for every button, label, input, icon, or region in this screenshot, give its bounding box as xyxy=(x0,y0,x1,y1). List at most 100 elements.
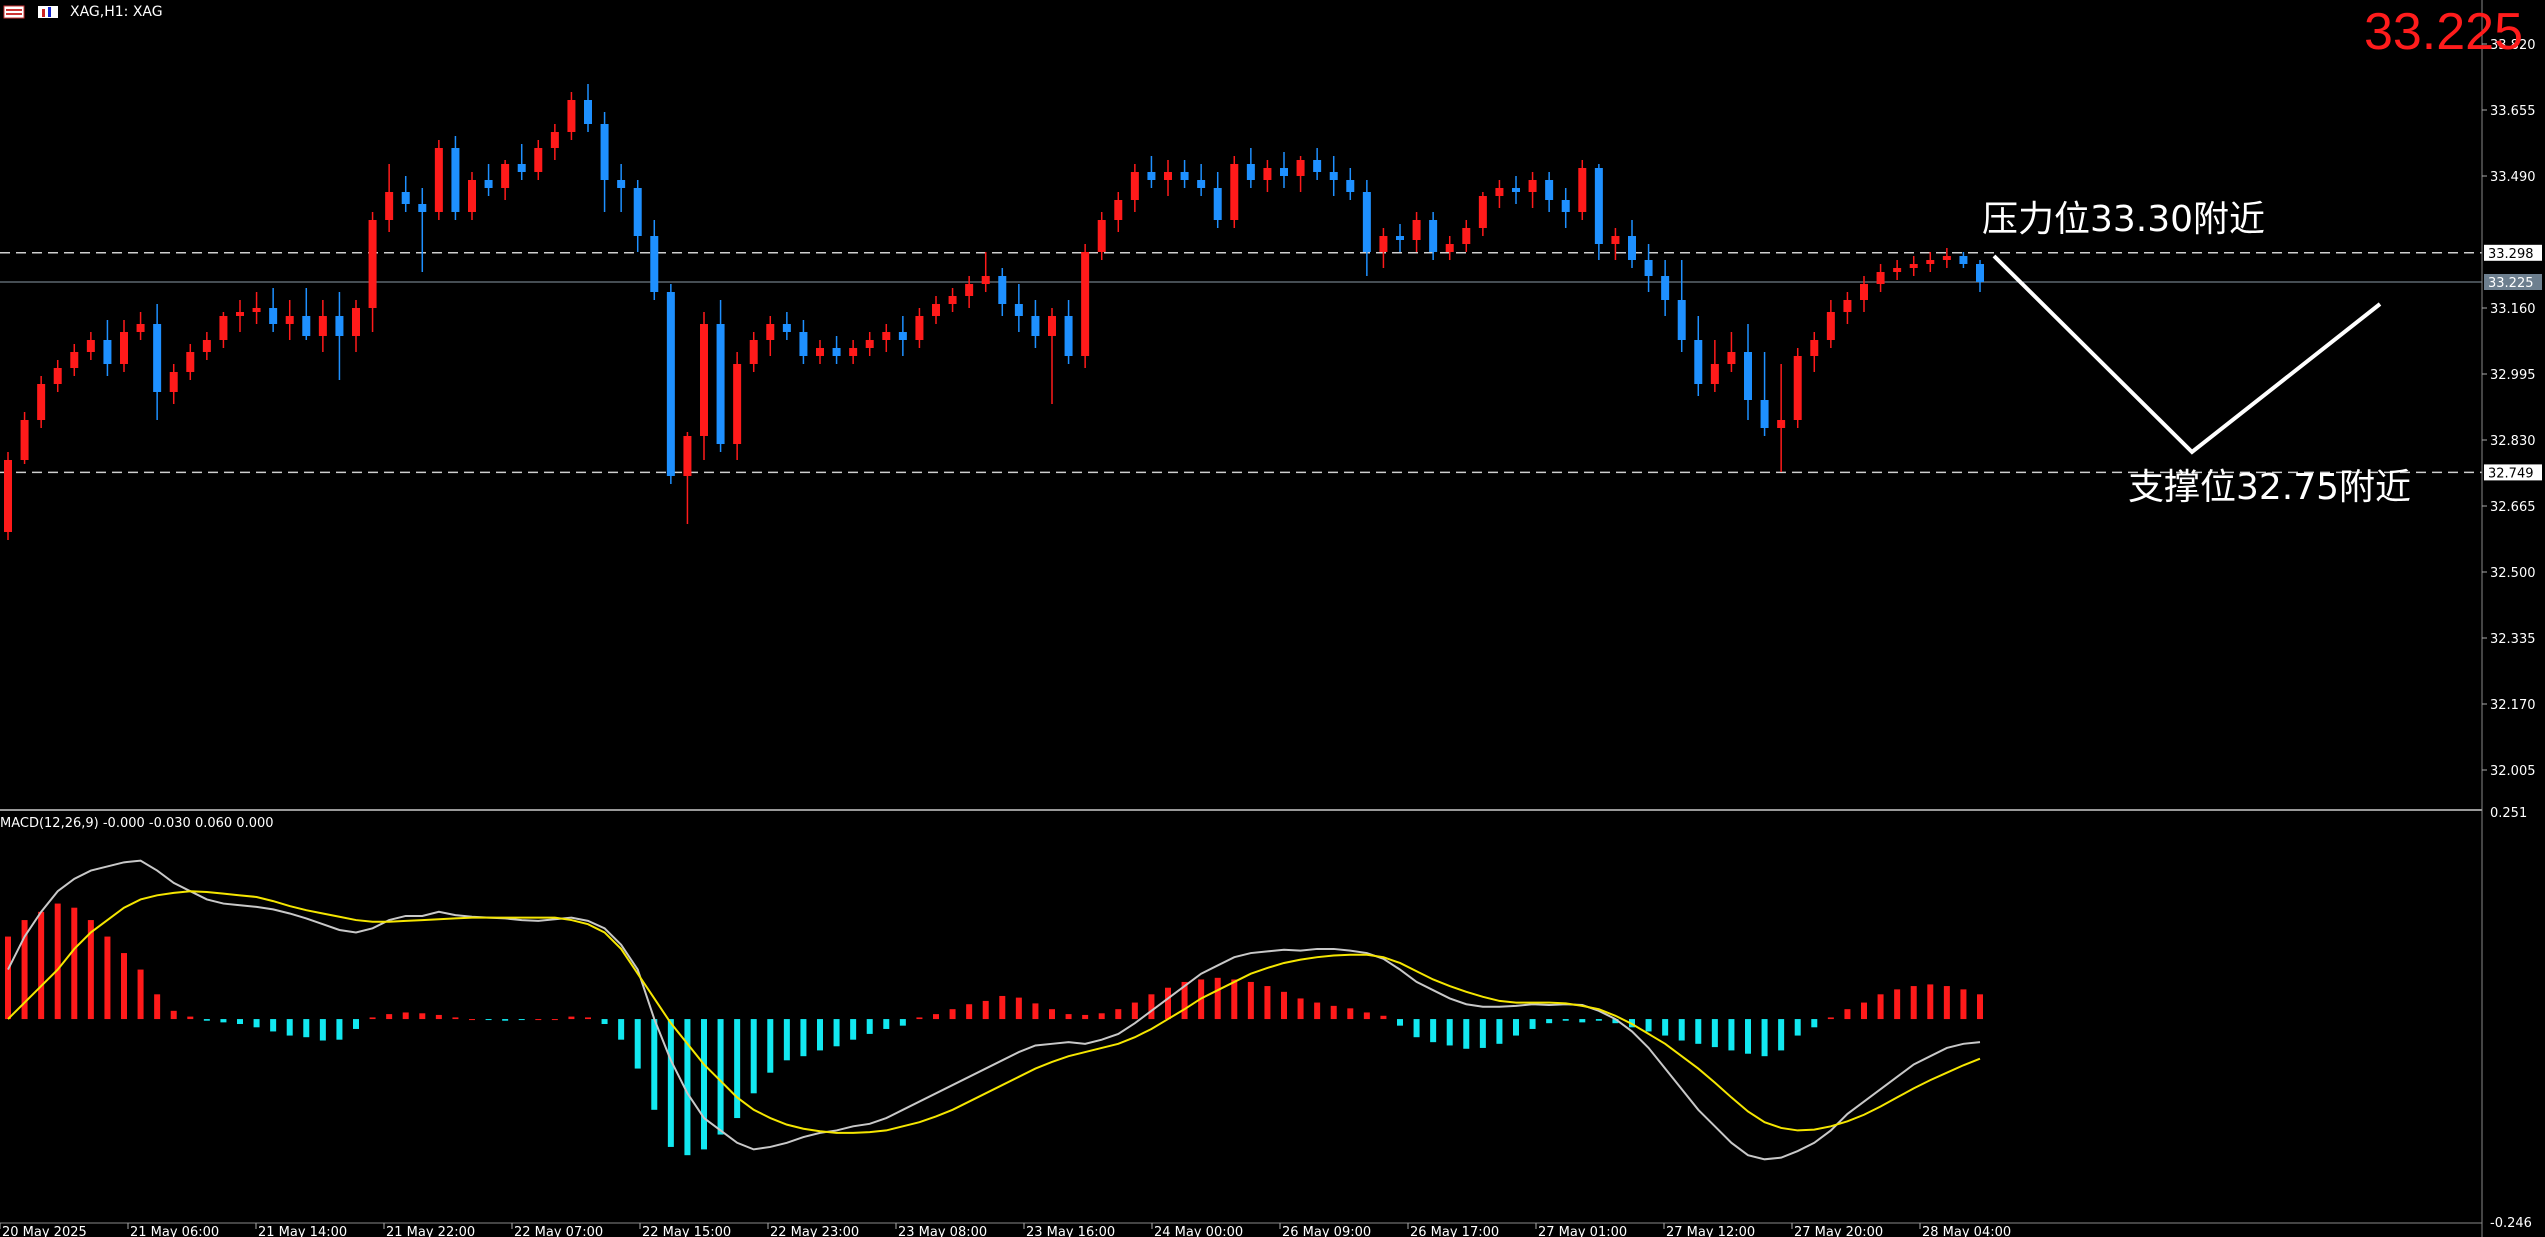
time-tick-label: 22 May 07:00 xyxy=(514,1225,603,1237)
candle-body xyxy=(1462,228,1471,244)
macd-histogram-bar xyxy=(1479,1019,1486,1048)
macd-histogram-bar xyxy=(1380,1015,1387,1020)
resistance-price-tag: 33.298 xyxy=(2488,247,2534,262)
macd-layer xyxy=(5,859,1983,1161)
candle-body xyxy=(1097,220,1106,252)
macd-histogram-bar xyxy=(353,1019,359,1029)
candle-body xyxy=(53,368,62,384)
candle-body xyxy=(1628,236,1636,260)
candle-body xyxy=(169,372,178,392)
time-tick-label: 20 May 2025 xyxy=(2,1225,87,1237)
macd-histogram-bar xyxy=(253,1019,260,1028)
macd-histogram-bar xyxy=(1579,1019,1586,1023)
macd-histogram-bar xyxy=(1015,997,1022,1020)
candle-body xyxy=(1677,300,1686,340)
candle-body xyxy=(252,308,261,312)
candle-body xyxy=(20,420,29,460)
candle-body xyxy=(898,332,907,340)
macd-histogram-bar xyxy=(1496,1019,1503,1044)
macd-histogram-bar xyxy=(419,1013,426,1020)
symbol-info: XAG,H1: XAG xyxy=(70,4,163,20)
macd-histogram-bar xyxy=(800,1019,807,1057)
price-tick-label: 32.170 xyxy=(2490,698,2536,713)
macd-histogram-bar xyxy=(750,1019,757,1094)
candle-body xyxy=(650,236,659,292)
candle-body xyxy=(816,348,824,356)
candle-body xyxy=(368,220,377,308)
candle-body xyxy=(1478,196,1487,228)
macd-histogram-bar xyxy=(1678,1019,1685,1041)
candle-body xyxy=(318,316,327,336)
time-tick-label: 22 May 23:00 xyxy=(770,1225,859,1237)
macd-histogram-bar xyxy=(1247,981,1254,1020)
signal-line xyxy=(7,890,1981,1134)
macd-histogram-bar xyxy=(38,911,45,1020)
candle-body xyxy=(285,316,294,324)
menu-icon[interactable] xyxy=(2,4,26,20)
price-tick-label: 33.490 xyxy=(2490,170,2536,185)
macd-histogram-bar xyxy=(1977,994,1983,1020)
candle-body xyxy=(219,316,228,340)
macd-axis-bottom: -0.246 xyxy=(2490,1216,2532,1231)
forecast-path xyxy=(1992,254,2382,455)
candle-body xyxy=(269,308,278,324)
candle-body xyxy=(434,148,443,212)
macd-histogram-bar xyxy=(568,1016,575,1020)
candle-body xyxy=(600,124,609,180)
macd-histogram-bar xyxy=(187,1016,194,1020)
price-tick-label: 32.995 xyxy=(2490,368,2536,383)
candle-body xyxy=(1694,340,1703,384)
candle-body xyxy=(932,304,940,316)
time-tick-label: 24 May 00:00 xyxy=(1154,1225,1243,1237)
macd-histogram-bar xyxy=(1562,1019,1569,1021)
macd-histogram-bar xyxy=(1877,994,1884,1020)
candle-body xyxy=(1710,364,1719,384)
candle-body xyxy=(1611,236,1620,244)
macd-histogram-bar xyxy=(1330,1005,1337,1020)
candle-body xyxy=(981,276,990,284)
candle-body xyxy=(1280,168,1288,176)
macd-histogram-bar xyxy=(319,1019,326,1041)
macd-histogram-bar xyxy=(1861,1002,1867,1020)
macd-histogram-bar xyxy=(369,1017,376,1020)
macd-indicator-label: MACD(12,26,9) -0.000 -0.030 0.060 0.000 xyxy=(0,816,274,831)
axes-layer: 33.82033.65533.49033.16032.99532.83032.6… xyxy=(0,0,2542,1237)
candle-body xyxy=(799,332,808,356)
time-tick-label: 27 May 20:00 xyxy=(1794,1225,1883,1237)
candle-body xyxy=(683,436,692,476)
macd-histogram-bar xyxy=(767,1019,774,1073)
candle-body xyxy=(385,192,394,220)
macd-histogram-bar xyxy=(220,1019,227,1023)
macd-histogram-bar xyxy=(386,1014,393,1020)
candle-body xyxy=(1909,264,1918,268)
macd-histogram-bar xyxy=(883,1019,890,1029)
macd-histogram-bar xyxy=(502,1019,509,1021)
macd-histogram-bar xyxy=(1844,1009,1851,1020)
candle-body xyxy=(1313,160,1322,172)
macd-histogram-bar xyxy=(1927,984,1934,1020)
price-chart-canvas[interactable]: 33.82033.65533.49033.16032.99532.83032.6… xyxy=(0,0,2545,1237)
chart-type-icon[interactable] xyxy=(36,4,60,20)
macd-histogram-bar xyxy=(850,1019,857,1040)
candle-body xyxy=(948,296,957,304)
price-tick-label: 33.655 xyxy=(2490,104,2536,119)
macd-histogram-bar xyxy=(104,936,111,1020)
macd-histogram-bar xyxy=(5,936,11,1020)
candle-body xyxy=(1644,260,1653,276)
candle-body xyxy=(1793,356,1802,420)
candle-body xyxy=(1727,352,1736,364)
macd-histogram-bar xyxy=(54,903,61,1020)
candle-body xyxy=(1959,256,1968,264)
price-tick-label: 33.160 xyxy=(2490,302,2536,317)
macd-histogram-bar xyxy=(966,1004,973,1020)
macd-histogram-bar xyxy=(999,995,1006,1020)
candle-body xyxy=(468,180,476,212)
candle-body xyxy=(37,384,46,420)
candle-body xyxy=(1661,276,1670,300)
candle-body xyxy=(534,148,543,172)
macd-histogram-bar xyxy=(1711,1019,1718,1048)
macd-histogram-bar xyxy=(1347,1008,1354,1020)
candle-body xyxy=(1346,180,1355,192)
candle-body xyxy=(1760,400,1769,428)
candle-body xyxy=(1130,172,1139,200)
